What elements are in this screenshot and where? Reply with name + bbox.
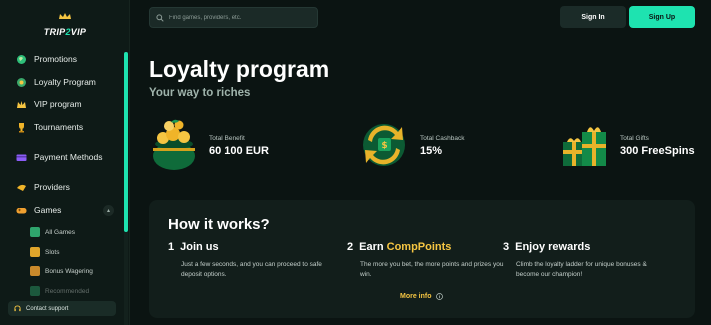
- loyalty-icon: [17, 77, 26, 87]
- stat-value: 15%: [420, 145, 443, 157]
- info-icon: [435, 293, 443, 300]
- bonus-icon: [30, 266, 40, 276]
- sidebar-item-promotions[interactable]: Promotions: [16, 51, 77, 67]
- sidebar-item-label: Promotions: [34, 54, 77, 64]
- more-info-label: More info: [400, 293, 432, 300]
- chevron-up-icon: ▴: [106, 208, 110, 214]
- stat-value: 300 FreeSpins: [620, 145, 695, 157]
- how-it-works-card: How it works? 1 Join us Just a few second…: [149, 200, 695, 318]
- sidebar-item-vip[interactable]: VIP program: [16, 96, 82, 112]
- more-info-link[interactable]: More info: [400, 293, 443, 300]
- sign-up-button[interactable]: Sign Up: [629, 6, 695, 28]
- logo-text: TRIP2VIP: [43, 27, 87, 37]
- step-heading: 3 Enjoy rewards: [503, 241, 668, 253]
- step-number: 3: [503, 241, 510, 253]
- stat-value: 60 100 EUR: [209, 145, 269, 157]
- sidebar-item-label: Providers: [34, 182, 70, 192]
- sidebar-subitem-bonus-wagering[interactable]: Bonus Wagering: [30, 264, 93, 278]
- sidebar-item-tournaments[interactable]: Tournaments: [16, 119, 83, 135]
- card-icon: [16, 154, 27, 161]
- step-number: 1: [168, 241, 175, 253]
- contact-support-button[interactable]: Contact support: [8, 301, 116, 316]
- page-title: Loyalty program: [149, 56, 330, 82]
- headset-icon: [14, 305, 21, 312]
- trophy-icon: [19, 122, 24, 132]
- sidebar-subitem-label: Bonus Wagering: [45, 267, 93, 275]
- stat-total-gifts: Total Gifts 300 FreeSpins: [560, 118, 700, 174]
- coin-pot-icon: [153, 119, 195, 170]
- globe-icon: [17, 54, 26, 64]
- step-number: 2: [347, 241, 354, 253]
- sidebar-item-providers[interactable]: Providers: [16, 179, 70, 195]
- gamepad-icon: [16, 207, 27, 213]
- sidebar-item-payment-methods[interactable]: Payment Methods: [16, 149, 103, 165]
- stat-label: Total Cashback: [420, 135, 465, 142]
- stat-label: Total Benefit: [209, 135, 245, 142]
- sign-in-button[interactable]: Sign In: [560, 6, 626, 28]
- sidebar-item-label: Games: [34, 205, 62, 215]
- games-collapse-button[interactable]: ▴: [103, 205, 114, 216]
- step-enjoy-rewards: 3 Enjoy rewards Climb the loyalty ladder …: [503, 241, 668, 280]
- how-it-works-title: How it works?: [168, 216, 270, 233]
- crown-icon: [17, 100, 26, 108]
- step-earn-comppoints: 2 Earn CompPoints The more you bet, the m…: [347, 241, 512, 280]
- step-title: Earn: [359, 241, 387, 253]
- search-icon: [156, 13, 164, 22]
- stat-total-cashback: $ Total Cashback 15%: [360, 118, 500, 174]
- providers-icon: [17, 184, 26, 191]
- stat-label: Total Gifts: [620, 135, 649, 142]
- sidebar-subitem-label: Recommended: [45, 287, 90, 295]
- slots-icon: [30, 247, 40, 257]
- sidebar: TRIP2VIP Promotions Loyalty Program VIP …: [0, 0, 130, 325]
- sidebar-subitem-recommended[interactable]: Recommended: [30, 284, 89, 298]
- search-input[interactable]: [169, 14, 309, 21]
- step-description: Climb the loyalty ladder for unique bonu…: [516, 261, 647, 278]
- sidebar-subitem-slots[interactable]: Slots: [30, 245, 59, 259]
- page-subtitle: Your way to riches: [149, 87, 251, 99]
- step-title: Enjoy rewards: [515, 241, 591, 253]
- sidebar-item-games[interactable]: Games: [16, 202, 61, 218]
- step-description: Just a few seconds, and you can proceed …: [181, 261, 322, 278]
- recommended-icon: [30, 286, 40, 296]
- contact-support-label: Contact support: [26, 305, 69, 312]
- cashback-icon: $: [363, 124, 405, 166]
- step-heading: 1 Join us: [168, 241, 333, 253]
- svg-text:$: $: [381, 141, 387, 151]
- grid-icon: [30, 227, 40, 237]
- step-description: The more you bet, the more points and pr…: [360, 261, 504, 278]
- step-title-accent: CompPoints: [386, 241, 452, 253]
- sidebar-subitem-label: Slots: [45, 248, 60, 256]
- sidebar-item-label: Tournaments: [34, 122, 84, 132]
- sidebar-item-label: VIP program: [34, 99, 82, 109]
- step-join-us: 1 Join us Just a few seconds, and you can…: [168, 241, 333, 280]
- sidebar-item-loyalty[interactable]: Loyalty Program: [16, 74, 96, 90]
- sidebar-item-label: Loyalty Program: [34, 77, 96, 87]
- sidebar-subitem-all-games[interactable]: All Games: [30, 225, 75, 239]
- sidebar-item-label: Payment Methods: [34, 152, 103, 162]
- sidebar-subitem-label: All Games: [45, 228, 75, 236]
- crown-icon: [59, 13, 71, 19]
- step-title: Join us: [180, 241, 219, 253]
- step-heading: 2 Earn CompPoints: [347, 241, 512, 253]
- stat-total-benefit: Total Benefit 60 100 EUR: [149, 118, 289, 174]
- search-bar[interactable]: [149, 7, 318, 28]
- sidebar-scrollbar-thumb[interactable]: [124, 52, 128, 232]
- gifts-icon: [563, 127, 606, 166]
- logo[interactable]: TRIP2VIP: [40, 12, 90, 42]
